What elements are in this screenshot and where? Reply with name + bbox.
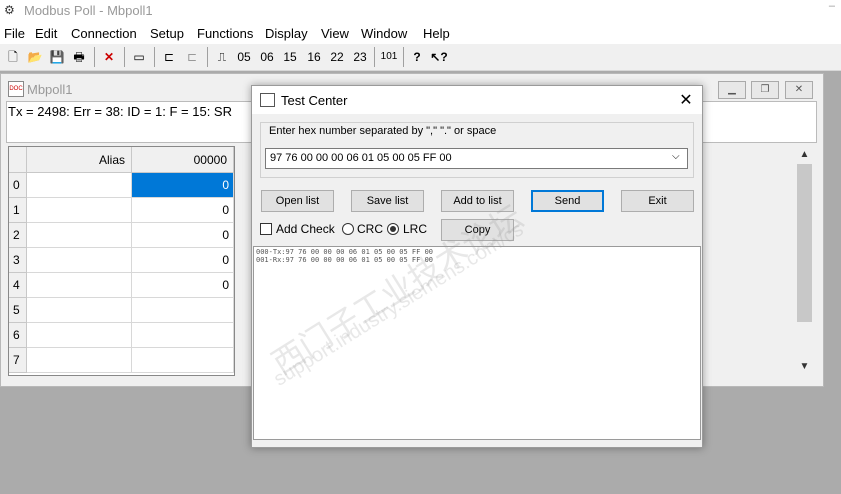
row-header: 4: [9, 273, 27, 298]
open-folder-icon[interactable]: 📂: [26, 47, 44, 67]
menu-edit[interactable]: Edit: [35, 26, 57, 41]
alias-cell[interactable]: [27, 348, 132, 373]
dialog-window-icon: [260, 93, 275, 107]
menu-connection[interactable]: Connection: [71, 26, 137, 41]
context-help-icon[interactable]: ↖?: [430, 47, 448, 67]
value-cell[interactable]: 0: [132, 273, 234, 298]
save-disk-icon[interactable]: 💾: [48, 47, 66, 67]
new-file-icon[interactable]: 🗋: [4, 47, 22, 67]
alias-cell[interactable]: [27, 198, 132, 223]
row-header: 6: [9, 323, 27, 348]
toolbar-separator: [154, 47, 155, 67]
alias-cell[interactable]: [27, 248, 132, 273]
row-header: 3: [9, 248, 27, 273]
row-header: 7: [9, 348, 27, 373]
crc-radio[interactable]: [342, 223, 354, 235]
crc-label: CRC: [357, 222, 383, 236]
fc-15-button[interactable]: 15: [280, 47, 300, 67]
row-header: 5: [9, 298, 27, 323]
register-grid: Alias 00000 0 0 1 0 2 0 3 0 4 0 5 6 7: [8, 146, 235, 376]
toolbar-separator: [374, 47, 375, 67]
minimize-icon[interactable]: ‒: [829, 0, 835, 12]
lrc-radio-selected-dot: [390, 226, 396, 232]
value-cell[interactable]: [132, 348, 234, 373]
toolbar: 🗋 📂 💾 🖶 ✕ ▭ ⊏ ⊏ ⎍ 05 06 15 16 22 23 101 …: [0, 44, 841, 71]
scroll-down-icon[interactable]: ▼: [796, 361, 813, 372]
hex-input-value[interactable]: 97 76 00 00 00 06 01 05 00 05 FF 00: [270, 152, 452, 164]
add-check-checkbox[interactable]: [260, 223, 272, 235]
menu-setup[interactable]: Setup: [150, 26, 184, 41]
col-header-alias: Alias: [27, 147, 132, 173]
pulse-icon[interactable]: ⎍: [213, 47, 231, 67]
value-cell[interactable]: 0: [132, 198, 234, 223]
print-icon[interactable]: 🖶: [70, 47, 88, 67]
app-title: Modbus Poll - Mbpoll1: [24, 3, 153, 18]
menu-window[interactable]: Window: [361, 26, 407, 41]
row-header: 1: [9, 198, 27, 223]
status-line: Tx = 2498: Err = 38: ID = 1: F = 15: SR: [8, 104, 232, 119]
fc-23-button[interactable]: 23: [350, 47, 370, 67]
delete-x-icon[interactable]: ✕: [100, 47, 118, 67]
alias-cell[interactable]: [27, 298, 132, 323]
disconnect-icon[interactable]: ⊏: [183, 47, 201, 67]
fc-05-button[interactable]: 05: [234, 47, 254, 67]
toolbar-separator: [124, 47, 125, 67]
value-cell[interactable]: 0: [132, 223, 234, 248]
menu-bar: File Edit Connection Setup Functions Dis…: [0, 22, 841, 44]
value-cell[interactable]: 0: [132, 173, 234, 198]
grid-corner: [9, 147, 27, 173]
menu-display[interactable]: Display: [265, 26, 308, 41]
window-icon[interactable]: ▭: [130, 47, 148, 67]
row-header: 0: [9, 173, 27, 198]
alias-cell[interactable]: [27, 173, 132, 198]
open-list-button[interactable]: Open list: [261, 190, 334, 212]
toolbar-separator: [207, 47, 208, 67]
modbus-app-icon: ⚙: [4, 3, 15, 17]
toolbar-separator: [94, 47, 95, 67]
connect-icon[interactable]: ⊏: [160, 47, 178, 67]
fc-22-button[interactable]: 22: [327, 47, 347, 67]
chevron-down-icon[interactable]: ⌵: [672, 151, 680, 162]
menu-functions[interactable]: Functions: [197, 26, 253, 41]
alias-cell[interactable]: [27, 323, 132, 348]
scrollbar-thumb[interactable]: [797, 164, 812, 322]
exit-button[interactable]: Exit: [621, 190, 694, 212]
scroll-up-icon[interactable]: ▲: [796, 149, 813, 160]
lrc-label: LRC: [403, 222, 428, 236]
menu-help[interactable]: Help: [423, 26, 450, 41]
row-header: 2: [9, 223, 27, 248]
hex-input-label: Enter hex number separated by "," "." or…: [269, 125, 497, 137]
test-center-button[interactable]: 101: [378, 47, 400, 67]
help-icon[interactable]: ?: [408, 47, 426, 67]
menu-view[interactable]: View: [321, 26, 349, 41]
value-cell[interactable]: [132, 323, 234, 348]
col-header-address: 00000: [132, 147, 234, 173]
value-cell[interactable]: [132, 298, 234, 323]
dialog-title: Test Center: [281, 93, 348, 108]
toolbar-separator: [403, 47, 404, 67]
child-restore-button[interactable]: ❐: [751, 81, 779, 99]
value-cell[interactable]: 0: [132, 248, 234, 273]
alias-cell[interactable]: [27, 223, 132, 248]
save-list-button[interactable]: Save list: [351, 190, 424, 212]
child-minimize-button[interactable]: ▁: [718, 81, 746, 99]
fc-06-button[interactable]: 06: [257, 47, 277, 67]
dialog-close-icon[interactable]: ✕: [678, 90, 694, 110]
send-button[interactable]: Send: [531, 190, 604, 212]
add-check-label: Add Check: [276, 222, 335, 236]
alias-cell[interactable]: [27, 273, 132, 298]
child-close-button[interactable]: ✕: [785, 81, 813, 99]
child-window-title: Mbpoll1: [27, 82, 73, 97]
menu-file[interactable]: File: [4, 26, 25, 41]
document-icon: DOC: [8, 81, 24, 97]
fc-16-button[interactable]: 16: [304, 47, 324, 67]
